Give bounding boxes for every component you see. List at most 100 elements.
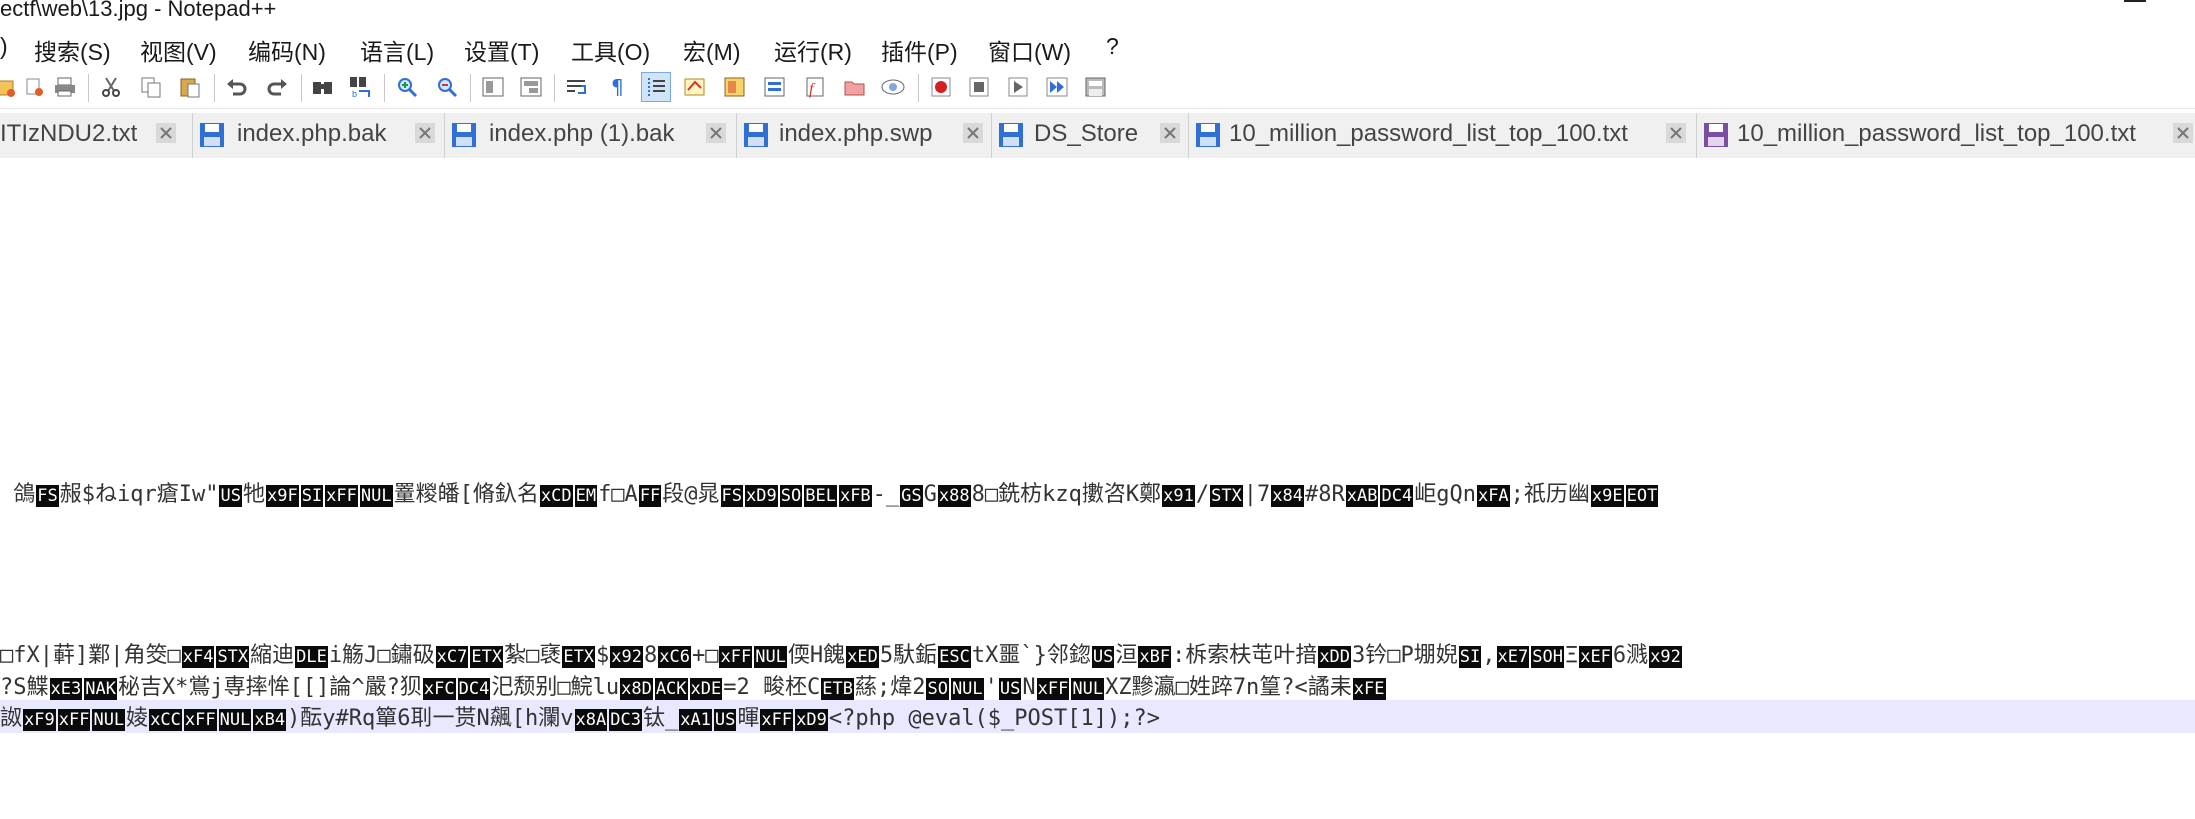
text-segment: Ξ bbox=[1564, 643, 1579, 668]
text-segment: =2 畯柸C bbox=[723, 675, 821, 700]
menu-help[interactable]: ? bbox=[1106, 33, 1119, 60]
function-list-icon[interactable]: f bbox=[800, 72, 830, 102]
control-char-badge: x9E bbox=[1590, 485, 1624, 507]
save-macro-icon[interactable] bbox=[1081, 72, 1111, 102]
text-editor[interactable]: 鴿 FS赧$ねiqr瘡Iw" US牠 x9F SI xFF NUL罿糉皤[脩釞名 xCD EMf… bbox=[0, 158, 2195, 819]
print-icon[interactable] bbox=[50, 72, 80, 102]
control-char-badge: NUL bbox=[92, 709, 126, 731]
tab-close-icon[interactable] bbox=[155, 122, 177, 144]
tab-label: DS_Store bbox=[1034, 120, 1139, 147]
control-char-badge: xC7 bbox=[435, 646, 469, 668]
control-char-badge: SO bbox=[779, 485, 803, 507]
indent-guide-icon[interactable] bbox=[641, 72, 671, 102]
control-char-badge: xCC bbox=[149, 709, 182, 731]
tab-close-icon[interactable] bbox=[1159, 122, 1181, 144]
save-disk-icon bbox=[744, 123, 768, 147]
text-segment: 8□銑枋kzq擻咨K鄭 bbox=[971, 482, 1162, 507]
undo-icon[interactable] bbox=[222, 72, 252, 102]
text-segment: $ bbox=[596, 643, 610, 668]
tab-document[interactable]: index.php (1).bak bbox=[445, 113, 737, 158]
sync-h-icon[interactable] bbox=[516, 72, 546, 102]
control-char-badge: xFB bbox=[838, 485, 872, 507]
control-char-badge: DC3 bbox=[609, 709, 642, 731]
zoom-in-icon[interactable] bbox=[392, 72, 422, 102]
tab-close-icon[interactable] bbox=[1665, 122, 1687, 144]
menu-run[interactable]: 运行(R) bbox=[774, 33, 852, 67]
find-icon[interactable] bbox=[308, 72, 338, 102]
cut-icon[interactable] bbox=[96, 72, 126, 102]
tab-label: 10_million_password_list_top_100.txt bbox=[1229, 120, 1628, 147]
tab-label: 10_million_password_list_top_100.txt bbox=[1737, 120, 2136, 147]
zoom-out-icon[interactable] bbox=[432, 72, 462, 102]
run-macro-multiple-icon[interactable] bbox=[1042, 72, 1072, 102]
redo-icon[interactable] bbox=[262, 72, 292, 102]
menu-encoding[interactable]: 编码(N) bbox=[248, 33, 326, 67]
text-segment: |7 bbox=[1243, 482, 1271, 507]
tab-document[interactable]: DS_Store bbox=[992, 113, 1189, 158]
text-segment: :柝索枎芚叶揞 bbox=[1172, 643, 1318, 668]
udl-icon[interactable] bbox=[680, 72, 710, 102]
doc-map-icon[interactable] bbox=[720, 72, 750, 102]
toolbar: b ¶ f bbox=[0, 68, 2195, 109]
control-char-badge: US bbox=[713, 709, 737, 731]
window-title: ectf\web\13.jpg - Notepad++ bbox=[0, 0, 277, 21]
control-char-badge: NAK bbox=[84, 678, 117, 700]
open-icon[interactable] bbox=[0, 72, 22, 102]
tab-close-icon[interactable] bbox=[962, 122, 984, 144]
menu-plugins[interactable]: 插件(P) bbox=[881, 33, 958, 67]
text-segment: -_ bbox=[872, 482, 900, 507]
text-segment: 3钤□P堋婗 bbox=[1352, 643, 1458, 668]
menu-view[interactable]: 视图(V) bbox=[140, 33, 217, 67]
menu-settings[interactable]: 设置(T) bbox=[464, 33, 539, 67]
tab-document[interactable]: 10_million_password_list_top_100.txt bbox=[1697, 113, 2195, 158]
copy-icon[interactable] bbox=[136, 72, 166, 102]
minimize-icon[interactable] bbox=[2124, 0, 2146, 2]
menu-search[interactable]: 搜索(S) bbox=[34, 33, 111, 67]
control-char-badge: xFF bbox=[57, 709, 91, 731]
control-char-badge: xE3 bbox=[49, 678, 83, 700]
text-segment: 钛_ bbox=[642, 706, 679, 731]
save-disk-icon bbox=[200, 123, 224, 147]
control-char-badge: xFF bbox=[325, 485, 358, 507]
text-segment: 蕬;煒2 bbox=[854, 675, 926, 700]
control-char-badge: xDD bbox=[1318, 646, 1352, 668]
tab-close-icon[interactable] bbox=[2172, 122, 2194, 144]
record-macro-icon[interactable] bbox=[926, 72, 956, 102]
text-segment: 暉 bbox=[737, 706, 760, 731]
show-all-chars-icon[interactable]: ¶ bbox=[602, 72, 632, 102]
text-segment: 縮迪 bbox=[250, 643, 295, 668]
folder-workspace-icon[interactable] bbox=[840, 72, 870, 102]
control-char-badge: SOH bbox=[1531, 646, 1564, 668]
menu-window[interactable]: 窗口(W) bbox=[988, 33, 1071, 67]
control-char-badge: xD9 bbox=[745, 485, 778, 507]
save-disk-icon bbox=[1704, 123, 1728, 147]
replace-icon[interactable]: b bbox=[346, 72, 376, 102]
close-all-icon[interactable] bbox=[20, 72, 50, 102]
tab-close-icon[interactable] bbox=[705, 122, 727, 144]
doc-list-icon[interactable] bbox=[760, 72, 790, 102]
stop-macro-icon[interactable] bbox=[964, 72, 994, 102]
text-segment: N bbox=[1022, 675, 1036, 700]
control-char-badge: NUL bbox=[359, 485, 393, 507]
sync-v-icon[interactable] bbox=[478, 72, 508, 102]
tab-document[interactable]: index.php.bak bbox=[193, 113, 445, 158]
menu-tools[interactable]: 工具(O) bbox=[571, 33, 650, 67]
play-macro-icon[interactable] bbox=[1003, 72, 1033, 102]
tab-document[interactable]: 10_million_password_list_top_100.txt bbox=[1189, 113, 1697, 158]
menu-macro[interactable]: 宏(M) bbox=[683, 33, 740, 67]
control-char-badge: xC6 bbox=[658, 646, 691, 668]
menu-language[interactable]: 语言(L) bbox=[360, 33, 434, 67]
word-wrap-icon[interactable] bbox=[562, 72, 592, 102]
control-char-badge: x84 bbox=[1271, 485, 1305, 507]
monitor-icon[interactable] bbox=[878, 72, 908, 102]
control-char-badge: x9F bbox=[265, 485, 299, 507]
control-char-badge: x91 bbox=[1162, 485, 1195, 507]
text-segment: 詉 bbox=[0, 706, 23, 731]
tab-document[interactable]: index.php.swp bbox=[737, 113, 992, 158]
paste-icon[interactable] bbox=[175, 72, 205, 102]
control-char-badge: xDE bbox=[689, 678, 723, 700]
tab-document[interactable]: ITIzNDU2.txt bbox=[0, 113, 193, 158]
menu-file[interactable]: ) bbox=[0, 33, 8, 60]
tab-close-icon[interactable] bbox=[414, 122, 436, 144]
text-segment: 罿糉皤[脩釞名 bbox=[393, 482, 539, 507]
